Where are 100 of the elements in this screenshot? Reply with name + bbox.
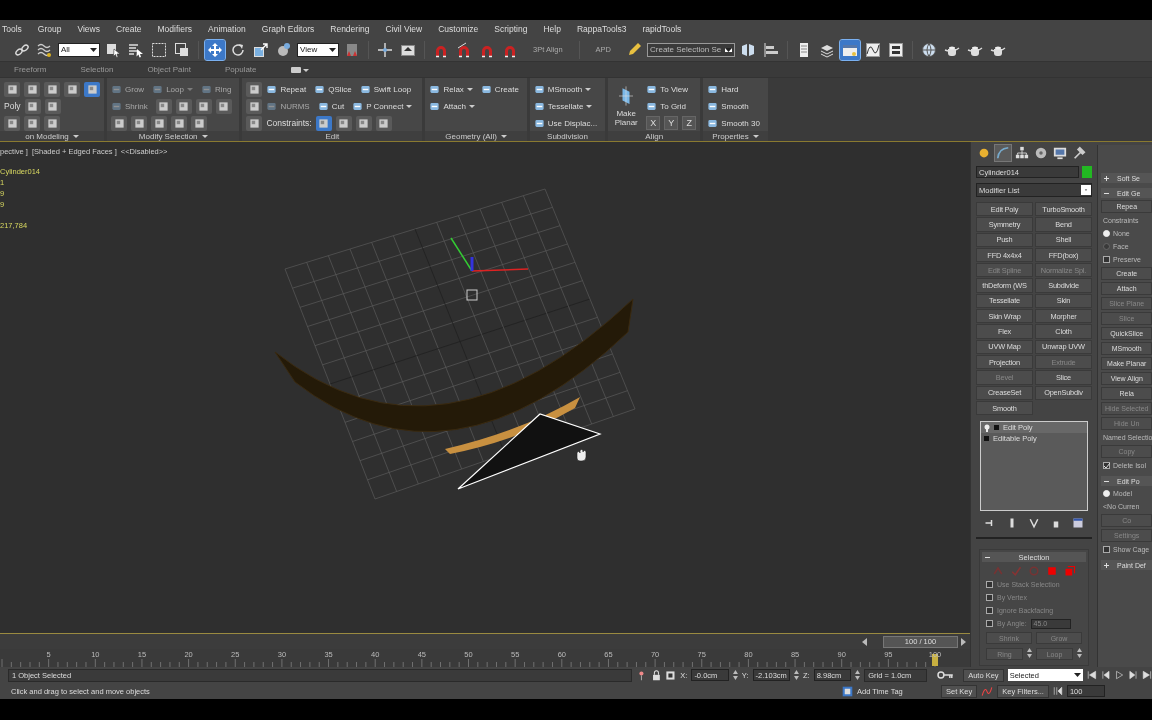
selection-set-dropdown[interactable]: Create Selection Se (647, 42, 736, 57)
ribbon-button[interactable]: QSlice (314, 83, 356, 95)
curve-icon[interactable] (996, 146, 1010, 160)
icon-button[interactable] (24, 115, 40, 131)
plus-icon[interactable] (1104, 562, 1109, 568)
plus-icon[interactable] (1104, 175, 1109, 181)
minus-icon[interactable] (985, 554, 990, 560)
make-planar-button[interactable]: Make Planar (612, 81, 641, 131)
icon-button[interactable] (335, 115, 352, 131)
icon-button[interactable] (24, 98, 41, 114)
icon-button[interactable] (246, 115, 263, 131)
icon-button[interactable] (246, 81, 263, 97)
dropdown[interactable]: View (297, 42, 339, 57)
menu-item[interactable]: Graph Editors (261, 24, 323, 34)
icon-button[interactable] (195, 98, 212, 114)
checkbox[interactable] (1103, 546, 1110, 553)
disc-icon[interactable] (1034, 146, 1048, 160)
previous-key-icon[interactable] (1100, 670, 1111, 680)
ribbon-button[interactable]: Hard (707, 83, 743, 95)
fork-icon[interactable] (1028, 517, 1040, 530)
icon-button[interactable] (64, 81, 80, 97)
ribbon-button[interactable]: Smooth 30 (707, 117, 764, 129)
checkbox[interactable] (1103, 256, 1110, 263)
object-color-swatch[interactable] (1082, 166, 1092, 178)
sun-icon[interactable] (977, 146, 991, 160)
ribbon-button[interactable]: MSmooth (533, 83, 596, 95)
next-frame-icon[interactable] (961, 637, 966, 646)
configure-icon[interactable] (1072, 517, 1084, 530)
icon-button[interactable] (175, 98, 192, 114)
menu-item[interactable]: Scripting (494, 24, 536, 34)
icon-button[interactable] (84, 81, 100, 97)
ribbon-tab[interactable]: Freeform (14, 65, 47, 74)
ribbon-button[interactable]: Swift Loop (359, 83, 416, 95)
ribbon-button[interactable]: Cut (317, 100, 349, 112)
selection-toggle-icon[interactable] (665, 669, 677, 681)
icon-button[interactable] (44, 81, 60, 97)
ribbon-button[interactable]: To Grid (646, 100, 690, 112)
spinner-icon[interactable] (855, 670, 861, 680)
previous-frame-icon[interactable] (862, 637, 867, 646)
axis-button[interactable]: Z (682, 116, 697, 130)
checkbox[interactable] (986, 581, 993, 589)
lock-icon[interactable] (650, 669, 662, 681)
icon-button[interactable] (4, 115, 20, 131)
menu-item[interactable]: Create (116, 24, 150, 34)
spinner-icon[interactable] (732, 670, 738, 680)
menu-item[interactable]: Civil View (385, 24, 431, 34)
monitor-icon[interactable] (1053, 146, 1067, 160)
ribbon-button[interactable]: To View (646, 83, 693, 95)
checkbox[interactable] (986, 607, 993, 615)
time-tag-icon[interactable] (842, 685, 853, 697)
spinner-icon[interactable] (1077, 648, 1082, 659)
go-to-end-icon[interactable] (1142, 670, 1152, 680)
menu-item[interactable]: Animation (208, 24, 254, 34)
checkbox[interactable] (986, 594, 993, 602)
menu-item[interactable]: rapidTools (642, 24, 690, 34)
spinner-icon[interactable] (794, 670, 800, 680)
checkbox[interactable] (1103, 462, 1110, 469)
hierarchy-icon[interactable] (1015, 146, 1029, 160)
icon-button[interactable] (44, 98, 61, 114)
dropdown[interactable]: All (58, 42, 100, 57)
icon-button[interactable] (131, 115, 147, 131)
ribbon-tab[interactable]: Object Paint (147, 65, 191, 74)
checkbox[interactable] (986, 620, 993, 628)
ribbon-tab[interactable]: Populate (224, 65, 257, 74)
frame-icon[interactable] (1052, 686, 1063, 696)
icon-button[interactable] (44, 115, 60, 131)
ribbon-button[interactable]: Smooth (707, 100, 753, 112)
ribbon-button[interactable]: Use Displac... (533, 117, 602, 129)
play-icon[interactable] (1114, 670, 1125, 680)
light-bulb-icon[interactable] (984, 423, 990, 432)
axis-button[interactable]: Y (664, 116, 679, 130)
key-icon[interactable] (937, 670, 954, 680)
menu-item[interactable]: Help (543, 24, 569, 34)
menu-item[interactable]: Tools (2, 24, 30, 34)
ribbon-button[interactable]: Tessellate (533, 100, 597, 112)
hammer-icon[interactable] (1072, 146, 1086, 160)
icon-button[interactable] (171, 115, 187, 131)
menu-item[interactable]: Group (37, 24, 70, 34)
icon-button[interactable] (24, 81, 40, 97)
menu-item[interactable]: Views (77, 24, 108, 34)
ribbon-button[interactable]: Create (480, 83, 523, 95)
ribbon-button[interactable]: Attach (429, 100, 480, 112)
menu-item[interactable]: Customize (438, 24, 487, 34)
icon-button[interactable] (375, 115, 392, 131)
axis-button[interactable]: X (646, 116, 661, 130)
icon-button[interactable] (191, 115, 207, 131)
icon-button[interactable] (4, 81, 20, 97)
icon-button[interactable] (111, 115, 127, 131)
go-to-start-icon[interactable] (1086, 670, 1097, 680)
ribbon-button[interactable]: Repeat (266, 83, 311, 95)
ribbon-tab[interactable]: Selection (80, 65, 114, 74)
icon-button[interactable] (315, 115, 332, 131)
menu-item[interactable]: Rendering (330, 24, 378, 34)
minus-icon[interactable] (1104, 478, 1109, 484)
icon-button[interactable] (355, 115, 372, 131)
icon-button[interactable] (155, 98, 172, 114)
icon-button[interactable] (151, 115, 167, 131)
ribbon-options-icon[interactable] (290, 65, 309, 74)
ribbon-button[interactable]: Relax (429, 83, 477, 95)
menu-item[interactable]: Modifiers (157, 24, 200, 34)
